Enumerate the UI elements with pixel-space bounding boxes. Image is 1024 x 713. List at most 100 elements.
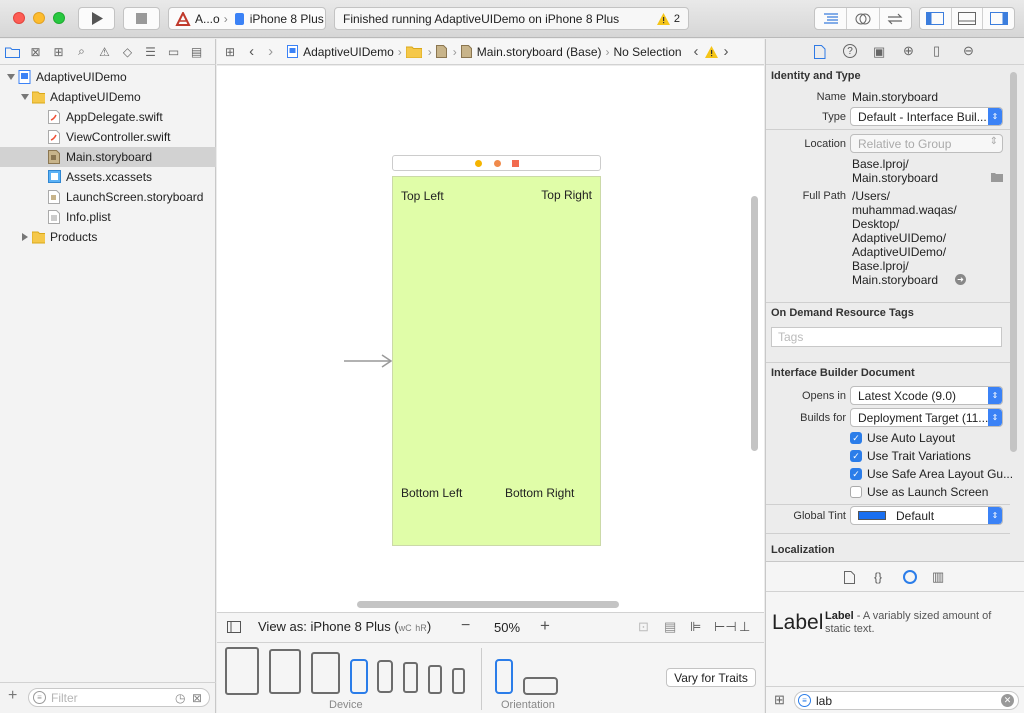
disclosure-triangle-icon[interactable] — [6, 71, 18, 83]
folder-icon[interactable] — [4, 43, 21, 60]
iphone-x-device-icon[interactable] — [377, 660, 393, 693]
update-frames-icon[interactable]: ▤ — [664, 619, 676, 635]
ipad-device-icon[interactable] — [269, 649, 301, 694]
breadcrumb-selection[interactable]: No Selection — [614, 45, 682, 59]
folder-icon[interactable] — [405, 45, 422, 58]
report-icon[interactable]: ▤ — [188, 43, 205, 60]
resolve-issues-icon[interactable]: ⊥ — [739, 619, 750, 635]
list-item[interactable]: AdaptiveUIDemo — [0, 67, 216, 87]
embed-stack-icon[interactable]: ⊡ — [638, 619, 649, 635]
exit-icon[interactable] — [512, 160, 519, 167]
breadcrumb-project[interactable]: AdaptiveUIDemo — [303, 45, 394, 59]
use-trait-variations-checkbox[interactable]: ✓ Use Trait Variations — [850, 449, 971, 463]
zoom-in-button[interactable]: + — [540, 616, 550, 636]
list-item[interactable]: Products — [0, 227, 216, 247]
breadcrumb-file[interactable]: Main.storyboard (Base) — [477, 45, 602, 59]
tags-input[interactable]: Tags — [771, 327, 1002, 347]
opens-in-popup[interactable]: Latest Xcode (9.0) ⇕ — [850, 386, 1003, 405]
clear-search-icon[interactable]: ✕ — [1001, 694, 1014, 707]
media-library-icon[interactable]: ▥ — [932, 569, 944, 585]
iphone-8-plus-device-icon[interactable] — [350, 659, 368, 694]
view-as-label[interactable]: View as: iPhone 8 Plus (wC hR) — [258, 619, 431, 634]
view-controller-scene[interactable]: Top Left Top Right Bottom Left Bottom Ri… — [392, 176, 601, 546]
scene-dock[interactable] — [392, 155, 601, 171]
file-inspector-icon[interactable] — [814, 45, 826, 59]
find-icon[interactable]: ⌕ — [73, 43, 90, 60]
storyboard-canvas[interactable]: Top Left Top Right Bottom Left Bottom Ri… — [217, 66, 764, 612]
add-icon[interactable]: + — [8, 687, 17, 705]
forward-button[interactable]: › — [268, 43, 273, 60]
landscape-orientation-icon[interactable] — [523, 677, 558, 695]
use-auto-layout-checkbox[interactable]: ✓ Use Auto Layout — [850, 431, 955, 445]
warning-icon[interactable] — [704, 45, 718, 58]
list-item[interactable]: LaunchScreen.storyboard — [0, 187, 216, 207]
connections-inspector-icon[interactable]: ⊖ — [963, 43, 974, 59]
type-popup[interactable]: Default - Interface Buil... ⇕ — [850, 107, 1003, 126]
name-value[interactable]: Main.storyboard — [852, 90, 938, 104]
storyboard-file-icon[interactable] — [435, 45, 447, 58]
iphone-8-device-icon[interactable] — [403, 662, 418, 693]
disclosure-triangle-icon[interactable] — [20, 91, 32, 103]
list-item[interactable]: AdaptiveUIDemo — [0, 87, 216, 107]
issue-icon[interactable]: ⚠ — [96, 43, 113, 60]
disclosure-triangle-icon[interactable] — [20, 231, 32, 243]
vary-for-traits-button[interactable]: Vary for Traits — [666, 668, 756, 687]
attributes-inspector-icon[interactable]: ⊕ — [903, 43, 914, 59]
test-icon[interactable]: ◇ — [119, 43, 136, 60]
ipad-mini-device-icon[interactable] — [311, 652, 340, 694]
entry-point-arrow-icon[interactable] — [344, 354, 394, 368]
breakpoint-icon[interactable]: ▭ — [165, 43, 182, 60]
object-library-icon[interactable] — [903, 570, 917, 584]
zoom-out-button[interactable]: − — [461, 617, 470, 635]
grid-view-icon[interactable]: ⊞ — [774, 692, 785, 708]
use-safe-area-checkbox[interactable]: ✓ Use Safe Area Layout Gu... — [850, 467, 1013, 481]
debug-icon[interactable]: ☰ — [142, 43, 159, 60]
toggle-inspector-button[interactable] — [983, 8, 1014, 29]
back-button[interactable]: ‹ — [249, 43, 254, 60]
close-window-button[interactable] — [13, 12, 25, 24]
document-outline-icon[interactable] — [227, 621, 241, 633]
top-right-label[interactable]: Top Right — [541, 188, 592, 202]
run-button[interactable] — [78, 7, 115, 30]
vertical-scrollbar[interactable] — [751, 196, 758, 451]
add-constraints-icon[interactable]: ⊢⊣ — [714, 619, 737, 635]
align-icon[interactable]: ⊫ — [690, 619, 701, 635]
reveal-in-finder-icon[interactable]: ➜ — [955, 274, 966, 285]
version-editor-button[interactable] — [880, 8, 911, 29]
minimize-window-button[interactable] — [33, 12, 45, 24]
first-responder-icon[interactable] — [494, 160, 501, 167]
list-item[interactable]: ViewController.swift — [0, 127, 216, 147]
choose-folder-icon[interactable] — [991, 172, 1003, 182]
size-inspector-icon[interactable]: ▯ — [933, 43, 940, 59]
location-popup[interactable]: Relative to Group ⇕ — [850, 134, 1003, 153]
ipad-pro-device-icon[interactable] — [225, 647, 259, 695]
use-as-launch-screen-checkbox[interactable]: Use as Launch Screen — [850, 485, 988, 499]
view-controller-icon[interactable] — [475, 160, 482, 167]
list-item[interactable]: Main.storyboard — [0, 147, 216, 167]
previous-issue-button[interactable]: ‹ — [694, 43, 699, 60]
inspector-scrollbar[interactable] — [1010, 72, 1017, 452]
clock-icon[interactable]: ◷ — [175, 691, 185, 705]
file-template-icon[interactable] — [844, 571, 855, 584]
identity-inspector-icon[interactable]: ▣ — [873, 44, 885, 60]
source-control-icon[interactable]: ⊠ — [27, 43, 44, 60]
bottom-left-label[interactable]: Bottom Left — [401, 486, 462, 500]
scheme-selector[interactable]: A...o › iPhone 8 Plus — [168, 7, 326, 30]
toggle-debug-area-button[interactable] — [952, 8, 984, 29]
quick-help-icon[interactable]: ? — [843, 44, 857, 58]
library-item[interactable]: Label Label - A variably sized amount of… — [766, 593, 1024, 681]
scm-filter-icon[interactable]: ⊠ — [192, 691, 202, 705]
related-items-icon[interactable]: ⊞ — [225, 45, 235, 59]
zoom-window-button[interactable] — [53, 12, 65, 24]
warning-icon[interactable] — [656, 12, 670, 25]
iphone-4s-device-icon[interactable] — [452, 668, 465, 694]
portrait-orientation-icon[interactable] — [495, 659, 513, 694]
symbol-icon[interactable]: ⊞ — [50, 43, 67, 60]
toggle-navigator-button[interactable] — [920, 8, 952, 29]
list-item[interactable]: Info.plist — [0, 207, 216, 227]
code-snippet-icon[interactable]: {} — [874, 570, 882, 584]
horizontal-scrollbar[interactable] — [357, 601, 619, 608]
iphone-se-device-icon[interactable] — [428, 665, 442, 694]
assistant-editor-button[interactable] — [847, 8, 880, 29]
next-issue-button[interactable]: › — [724, 43, 729, 60]
